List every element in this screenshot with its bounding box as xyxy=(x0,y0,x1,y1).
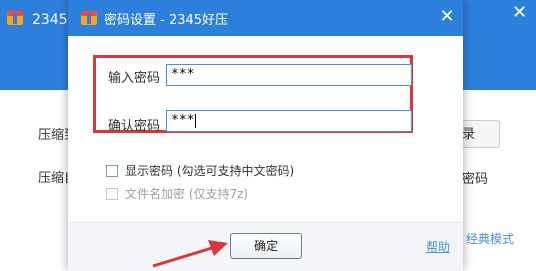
app-logo-icon xyxy=(81,11,97,25)
show-password-checkbox[interactable] xyxy=(106,164,118,177)
text-caret xyxy=(195,113,197,128)
app-logo-icon xyxy=(7,11,23,25)
password-dialog: 密码设置 - 2345好压 ✕ 输入密码 *** 确认密码 *** 显示密码 (… xyxy=(68,0,463,271)
classic-mode-link[interactable]: 经典模式 xyxy=(466,230,514,247)
encrypt-filenames-option: 文件名加密 (仅支持7z) xyxy=(106,185,248,202)
show-password-label: 显示密码 (勾选可支持中文密码) xyxy=(125,164,295,178)
annotation-arrow-icon xyxy=(152,240,228,268)
confirm-password-value: *** xyxy=(171,113,195,128)
browse-button[interactable]: 录 xyxy=(460,120,500,148)
help-link[interactable]: 帮助 xyxy=(426,238,450,255)
close-icon[interactable]: ✕ xyxy=(512,4,527,22)
show-password-option[interactable]: 显示密码 (勾选可支持中文密码) xyxy=(106,162,294,179)
close-icon[interactable]: ✕ xyxy=(437,7,457,27)
password-input[interactable]: *** xyxy=(166,64,412,86)
dialog-title: 密码设置 - 2345好压 xyxy=(104,13,229,28)
encrypt-filenames-label: 文件名加密 (仅支持7z) xyxy=(125,187,249,201)
password-label: 输入密码 xyxy=(108,71,161,86)
password-option-label: 密码 xyxy=(462,172,489,187)
confirm-password-input[interactable]: *** xyxy=(166,110,412,132)
ok-button[interactable]: 确定 xyxy=(230,233,302,259)
confirm-password-label: 确认密码 xyxy=(108,119,161,134)
encrypt-filenames-checkbox xyxy=(106,187,118,200)
dialog-titlebar: 密码设置 - 2345好压 ✕ xyxy=(68,0,463,36)
